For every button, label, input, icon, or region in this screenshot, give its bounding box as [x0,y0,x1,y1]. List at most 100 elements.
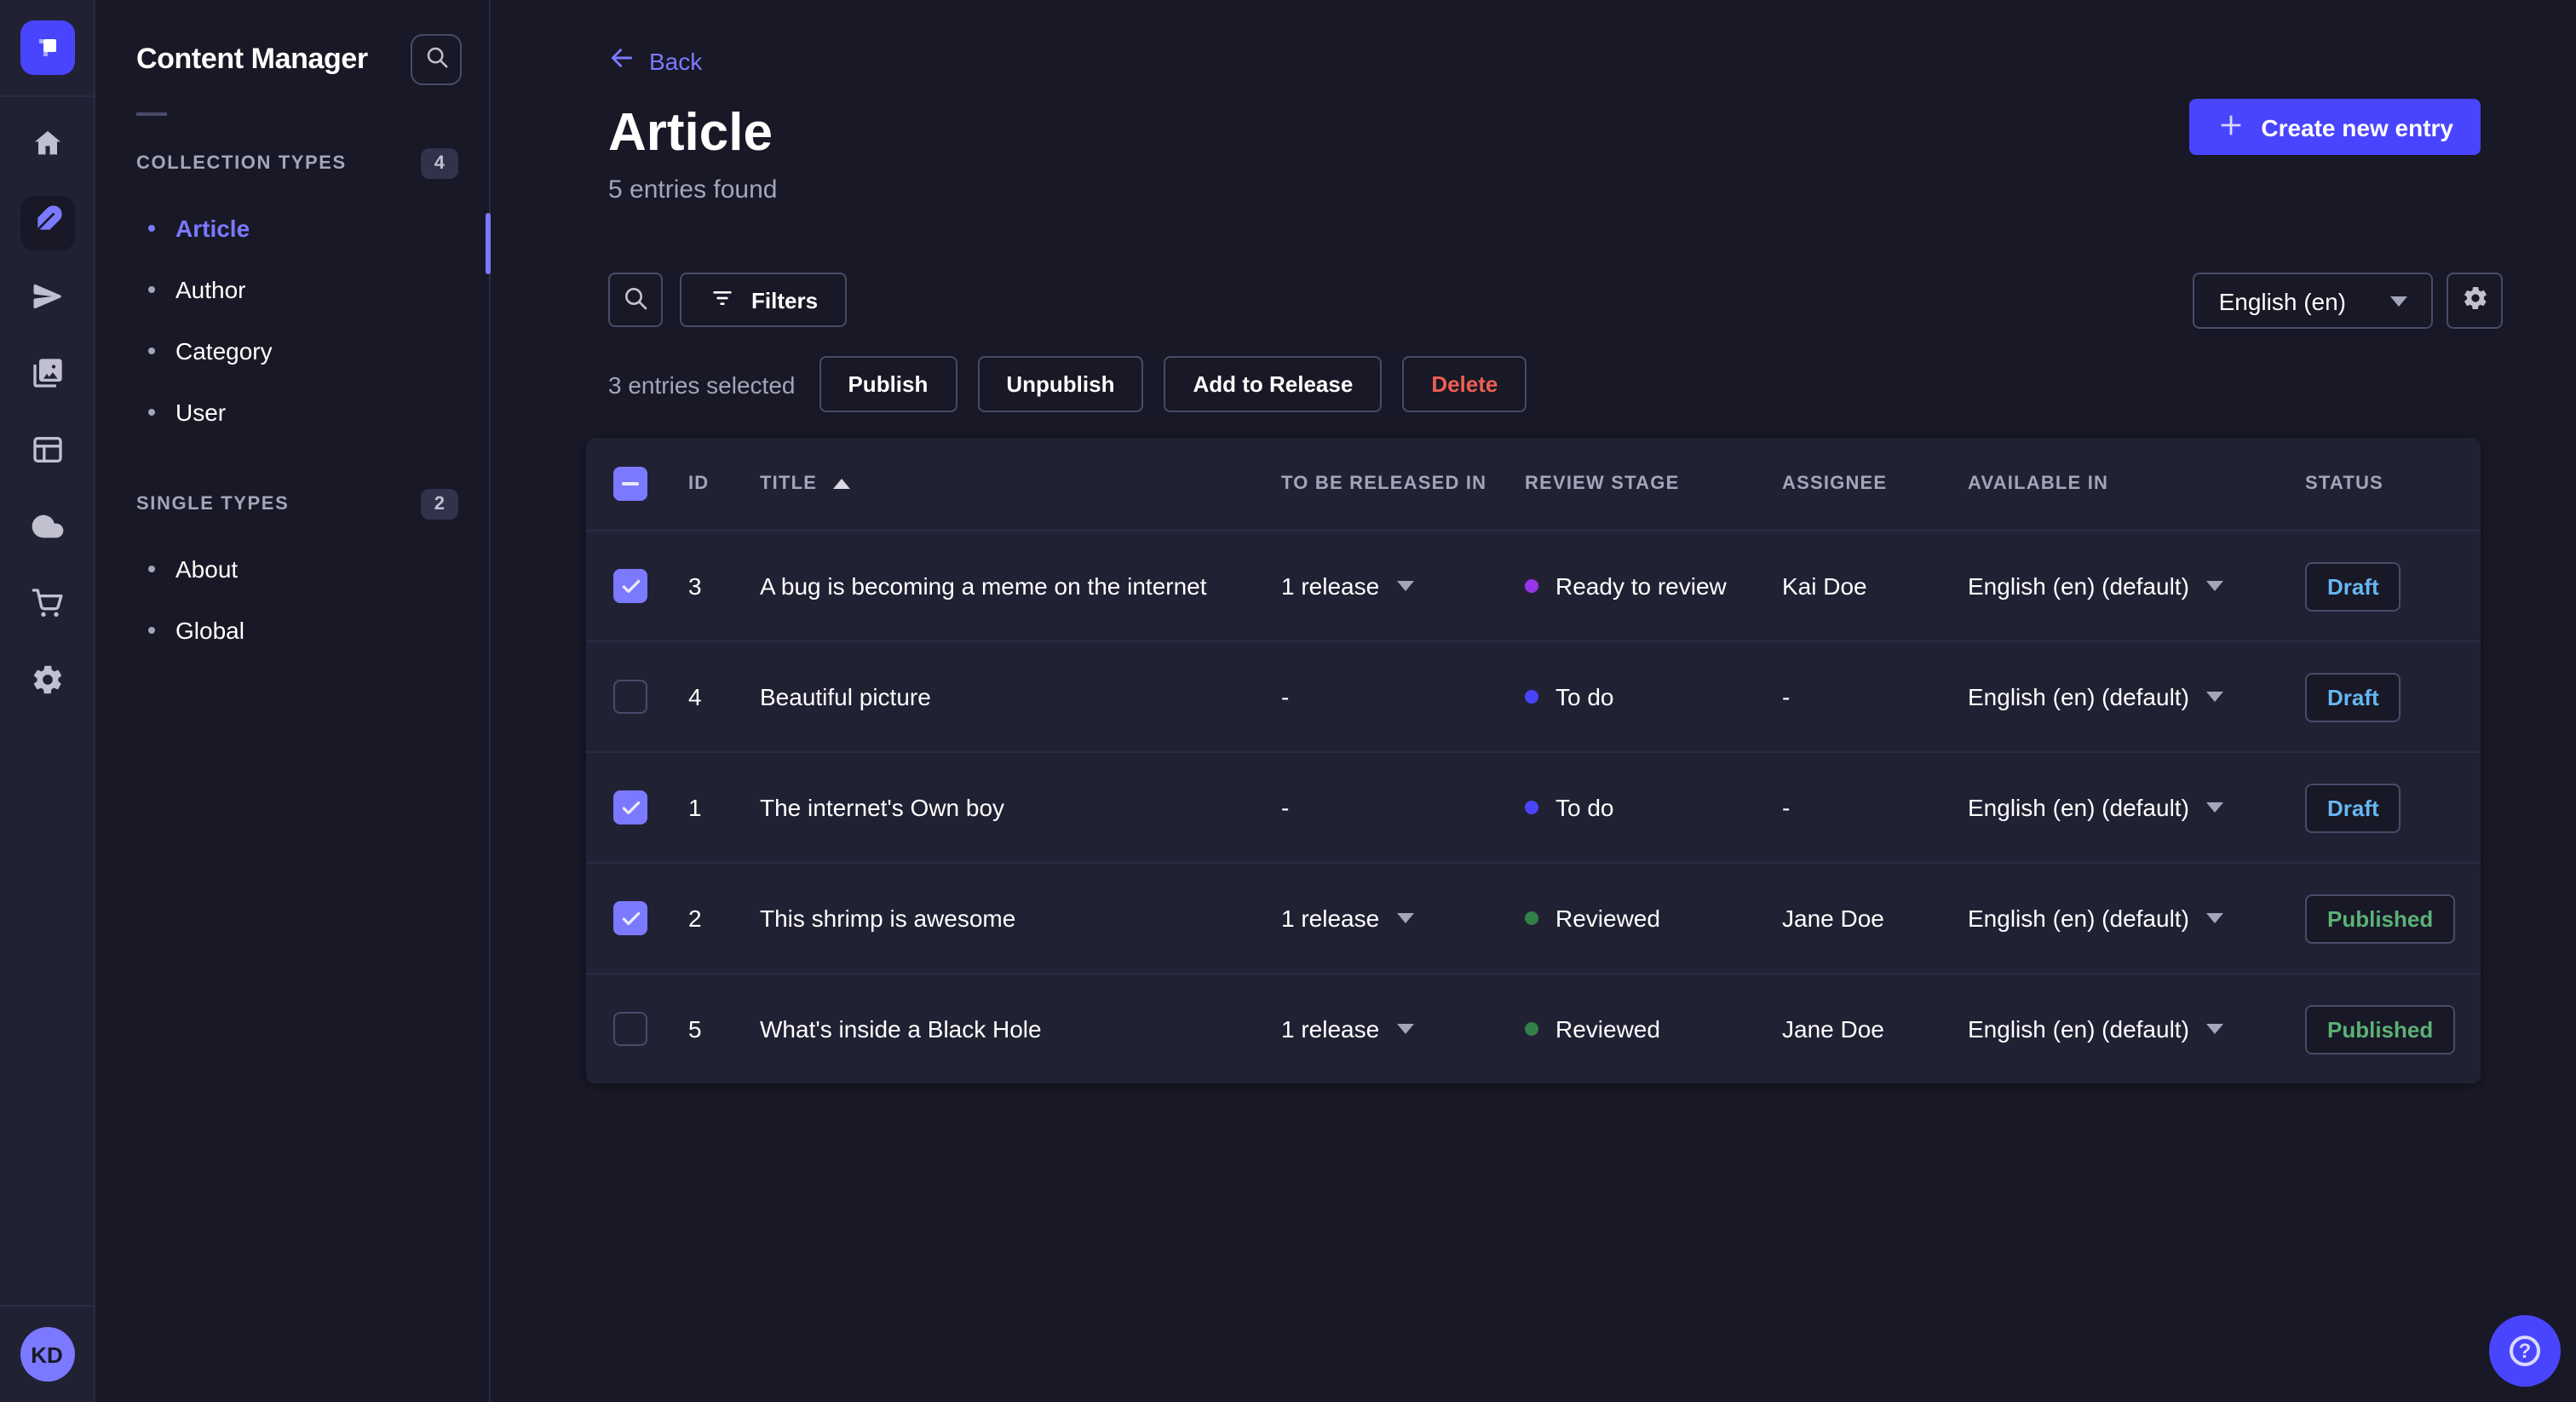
row-title: Beautiful picture [760,683,931,710]
help-button[interactable]: ? [2489,1315,2561,1387]
row-release-menu[interactable]: 1 release [1281,572,1525,600]
bullet-icon [148,348,155,354]
row-review-stage: To do [1525,683,1782,710]
select-all-checkbox[interactable] [613,467,647,501]
stage-dot-icon [1525,801,1538,814]
row-id: 4 [688,683,702,710]
strapi-admin-app: KD Content Manager COLLECTION TYPES 4 Ar… [0,0,2576,1402]
column-header-to-be-released-in[interactable]: TO BE RELEASED IN [1281,474,1525,494]
row-locale-menu[interactable]: English (en) (default) [1968,794,2305,821]
section-label: COLLECTION TYPES [136,153,347,174]
row-review-stage: Ready to review [1525,572,1782,600]
row-checkbox[interactable] [613,901,647,935]
chevron-down-icon [2205,802,2223,813]
table-row[interactable]: 4 Beautiful picture - To do - English (e… [586,641,2481,751]
subnav-item-label: About [175,555,239,583]
sidebar-item-content-type-builder[interactable] [20,426,74,480]
bullet-icon [148,409,155,416]
table-row[interactable]: 2 This shrimp is awesome 1 release Revie… [586,862,2481,973]
column-header-id[interactable]: ID [688,474,760,494]
search-entries-button[interactable] [608,273,663,327]
add-to-release-button[interactable]: Add to Release [1164,356,1383,412]
row-locale-menu[interactable]: English (en) (default) [1968,572,2305,600]
sidebar-item-content-manager[interactable] [20,196,74,250]
section-count-badge: 4 [420,148,458,179]
check-icon [621,578,640,593]
filters-label: Filters [751,287,819,313]
row-release-menu[interactable]: - [1281,683,1525,710]
entries-table: ID TITLE TO BE RELEASED IN REVIEW STAGE … [586,438,2481,1083]
row-locale-menu[interactable]: English (en) (default) [1968,683,2305,710]
stage-dot-icon [1525,911,1538,925]
subnav-title: Content Manager [136,43,368,75]
subnav-item-article[interactable]: Article [95,198,489,259]
subnav-item-author[interactable]: Author [95,259,489,320]
row-id: 3 [688,572,702,600]
row-title: The internet's Own boy [760,794,1005,821]
create-new-entry-button[interactable]: Create new entry [2189,99,2481,155]
user-avatar[interactable]: KD [20,1327,74,1382]
subnav-search-button[interactable] [411,34,462,85]
shopping-cart-icon [30,585,64,628]
table-row[interactable]: 3 A bug is becoming a meme on the intern… [586,530,2481,641]
row-checkbox[interactable] [613,790,647,825]
sidebar-item-marketplace[interactable] [20,579,74,634]
subnav-item-about[interactable]: About [95,538,489,600]
status-badge: Published [2305,893,2456,943]
single-types-section: SINGLE TYPES 2 About Global [95,484,489,661]
chevron-down-icon [2390,296,2407,306]
column-header-available-in[interactable]: AVAILABLE IN [1968,474,2305,494]
row-assignee: Jane Doe [1782,1015,1884,1043]
sidebar-item-releases[interactable] [20,273,74,327]
table-row[interactable]: 1 The internet's Own boy - To do - Engli… [586,751,2481,862]
section-label: SINGLE TYPES [136,494,290,514]
publish-button[interactable]: Publish [819,356,957,412]
column-header-assignee[interactable]: ASSIGNEE [1782,474,1968,494]
row-locale-menu[interactable]: English (en) (default) [1968,905,2305,932]
status-badge: Draft [2305,672,2401,721]
subnav-item-label: Global [175,617,244,644]
filters-button[interactable]: Filters [680,273,848,327]
check-icon [621,800,640,814]
row-release-menu[interactable]: 1 release [1281,905,1525,932]
collection-types-section: COLLECTION TYPES 4 Article Author Catego… [95,143,489,443]
row-review-stage: Reviewed [1525,905,1782,932]
sidebar-item-settings[interactable] [20,656,74,710]
delete-button[interactable]: Delete [1402,356,1527,412]
search-icon [423,44,449,75]
column-header-title[interactable]: TITLE [760,474,1281,494]
sidebar-item-cloud[interactable] [20,503,74,557]
subnav-item-label: Category [175,337,273,365]
gear-icon [2461,284,2488,317]
row-checkbox[interactable] [613,569,647,603]
table-row[interactable]: 5 What's inside a Black Hole 1 release R… [586,973,2481,1083]
sidebar-item-home[interactable] [20,119,74,174]
question-mark-icon: ? [2510,1336,2540,1366]
unpublish-button[interactable]: Unpublish [977,356,1144,412]
row-release-menu[interactable]: 1 release [1281,1015,1525,1043]
row-release-menu[interactable]: - [1281,794,1525,821]
subnav-item-category[interactable]: Category [95,320,489,382]
view-settings-button[interactable] [2447,273,2503,329]
subnav-item-user[interactable]: User [95,382,489,443]
subnav-item-global[interactable]: Global [95,600,489,661]
column-header-review-stage[interactable]: REVIEW STAGE [1525,474,1782,494]
sidebar-item-media-library[interactable] [20,349,74,404]
column-header-status[interactable]: STATUS [2305,474,2453,494]
sort-ascending-icon [832,479,850,489]
row-id: 1 [688,794,702,821]
back-link[interactable]: Back [608,44,702,77]
row-locale-menu[interactable]: English (en) (default) [1968,1015,2305,1043]
gear-icon [30,662,64,704]
locale-select[interactable]: English (en) [2193,273,2433,329]
chevron-down-icon [1396,1024,1414,1034]
strapi-logo[interactable] [20,20,74,75]
row-review-stage: To do [1525,794,1782,821]
locale-value: English (en) [2218,287,2346,314]
row-assignee: - [1782,683,1791,710]
row-checkbox[interactable] [613,1012,647,1046]
stage-dot-icon [1525,579,1538,593]
row-checkbox[interactable] [613,680,647,714]
row-assignee: Jane Doe [1782,905,1884,932]
row-assignee: Kai Doe [1782,572,1867,600]
